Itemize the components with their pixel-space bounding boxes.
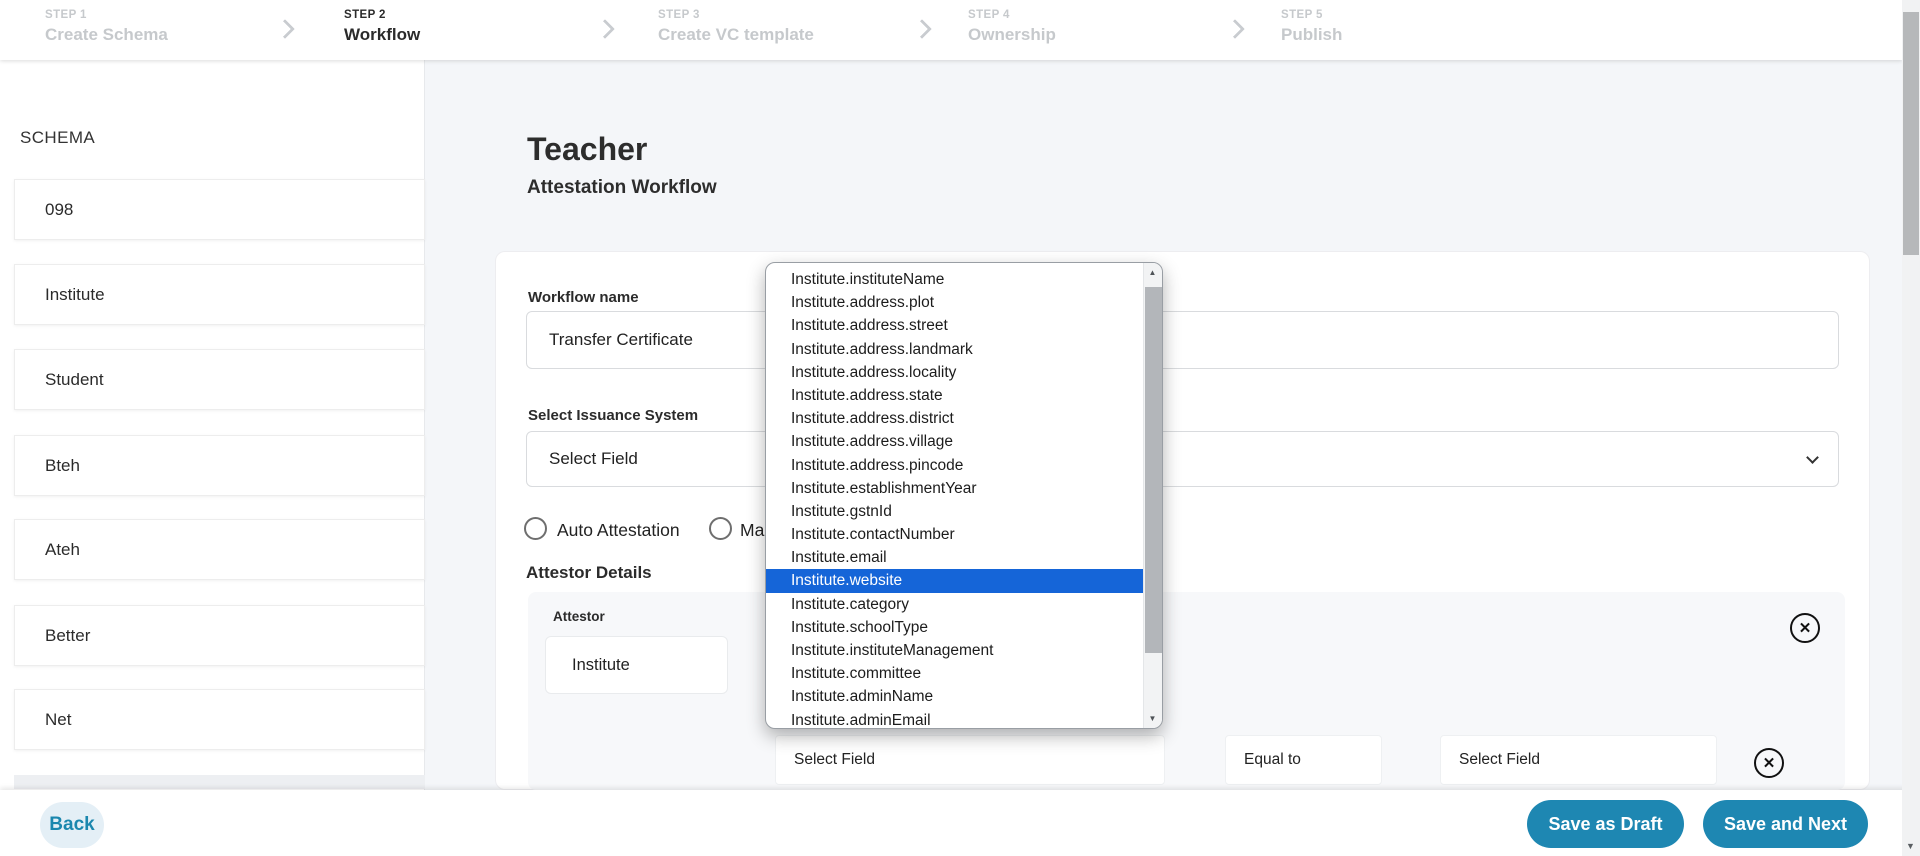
workflow-name-label: Workflow name — [528, 289, 639, 306]
attestor-panel: ✕ Attestor Institute Select Field Equal … — [528, 592, 1845, 790]
step-number: STEP 1 — [45, 9, 168, 21]
schema-heading: SCHEMA — [20, 128, 95, 148]
scroll-down-icon[interactable]: ▼ — [1906, 841, 1915, 851]
stepper-step-1[interactable]: STEP 1 Create Schema — [45, 9, 168, 45]
step-label: Ownership — [968, 25, 1056, 45]
dropdown-option[interactable]: Institute.committee — [766, 662, 1143, 685]
dropdown-option[interactable]: Institute.address.plot — [766, 291, 1143, 314]
dropdown-option[interactable]: Institute.address.pincode — [766, 454, 1143, 477]
step-number: STEP 2 — [344, 9, 420, 21]
schema-item-better[interactable]: Better — [14, 605, 425, 666]
dropdown-option[interactable]: Institute.contactNumber — [766, 523, 1143, 546]
dropdown-option[interactable]: Institute.address.village — [766, 430, 1143, 453]
dropdown-option[interactable]: Institute.schoolType — [766, 616, 1143, 639]
schema-item-ateh[interactable]: Ateh — [14, 519, 425, 580]
dropdown-option[interactable]: Institute.adminEmail — [766, 709, 1143, 729]
dropdown-option[interactable]: Institute.email — [766, 546, 1143, 569]
schema-item-institute[interactable]: Institute — [14, 264, 425, 325]
dropdown-option[interactable]: Institute.establishmentYear — [766, 477, 1143, 500]
schema-item-net[interactable]: Net — [14, 689, 425, 750]
dropdown-option[interactable]: Institute.instituteName — [766, 268, 1143, 291]
dropdown-option[interactable]: Institute.address.district — [766, 407, 1143, 430]
auto-attestation-label: Auto Attestation — [557, 520, 680, 541]
dropdown-scrollbar[interactable]: ▲ ▼ — [1143, 263, 1162, 728]
footer-bar: Back Save as Draft Save and Next — [0, 790, 1920, 856]
remove-condition-icon[interactable]: ✕ — [1754, 748, 1784, 778]
chevron-right-icon — [595, 19, 615, 39]
schema-item-098[interactable]: 098 — [14, 179, 425, 240]
scroll-up-icon[interactable]: ▲ — [1149, 268, 1157, 277]
schema-item-student[interactable]: Student — [14, 349, 425, 410]
step-number: STEP 3 — [658, 9, 814, 21]
page-scroll-thumb[interactable] — [1903, 12, 1919, 255]
wizard-stepper: STEP 1 Create Schema STEP 2 Workflow STEP 3 C… — [0, 0, 1902, 60]
dropdown-option[interactable]: Institute.category — [766, 593, 1143, 616]
condition-operator-select[interactable]: Equal to — [1225, 735, 1382, 785]
page-scrollbar[interactable]: ▼ — [1902, 0, 1920, 856]
step-number: STEP 4 — [968, 9, 1056, 21]
dropdown-option[interactable]: Institute.address.state — [766, 384, 1143, 407]
attestor-select[interactable]: Institute — [545, 636, 728, 694]
manual-attestation-label: Ma — [740, 520, 764, 541]
dropdown-option[interactable]: Institute.address.locality — [766, 361, 1143, 384]
issuance-system-label: Select Issuance System — [528, 407, 698, 424]
dropdown-option[interactable]: Institute.instituteManagement — [766, 639, 1143, 662]
save-as-draft-button[interactable]: Save as Draft — [1527, 800, 1684, 848]
page-title: Teacher — [527, 131, 647, 168]
condition-field1-select[interactable]: Select Field — [775, 735, 1165, 785]
save-and-next-button[interactable]: Save and Next — [1703, 800, 1868, 848]
step-label: Publish — [1281, 25, 1342, 45]
condition-field2-select[interactable]: Select Field — [1440, 735, 1717, 785]
remove-attestor-icon[interactable]: ✕ — [1790, 613, 1820, 643]
chevron-right-icon — [1225, 19, 1245, 39]
back-button[interactable]: Back — [40, 802, 104, 848]
stepper-step-4[interactable]: STEP 4 Ownership — [968, 9, 1056, 45]
dropdown-option[interactable]: Institute.website — [766, 569, 1143, 592]
schema-sidebar: SCHEMA 098 Institute Student Bteh Ateh Better… — [0, 60, 425, 790]
chevron-right-icon — [275, 19, 295, 39]
field-options-dropdown: Institute.instituteNameInstitute.address… — [765, 262, 1163, 729]
dropdown-option[interactable]: Institute.adminName — [766, 685, 1143, 708]
schema-item-bteh[interactable]: Bteh — [14, 435, 425, 496]
manual-attestation-radio[interactable] — [709, 517, 732, 540]
stepper-step-5[interactable]: STEP 5 Publish — [1281, 9, 1342, 45]
dropdown-option[interactable]: Institute.gstnId — [766, 500, 1143, 523]
workflow-name-input[interactable]: Transfer Certificate — [526, 311, 1839, 369]
stepper-step-2[interactable]: STEP 2 Workflow — [344, 9, 420, 45]
dropdown-scroll-thumb[interactable] — [1145, 287, 1162, 653]
attestor-details-heading: Attestor Details — [526, 563, 652, 583]
field-options-list: Institute.instituteNameInstitute.address… — [766, 263, 1143, 729]
issuance-system-select[interactable]: Select Field — [526, 431, 1839, 487]
chevron-right-icon — [912, 19, 932, 39]
page-root: STEP 1 Create Schema STEP 2 Workflow STEP 3 C… — [0, 0, 1920, 856]
schema-card-partial[interactable] — [14, 775, 425, 789]
step-label: Create VC template — [658, 25, 814, 45]
dropdown-option[interactable]: Institute.address.street — [766, 314, 1143, 337]
dropdown-option[interactable]: Institute.address.landmark — [766, 338, 1143, 361]
step-label: Create Schema — [45, 25, 168, 45]
page-subtitle: Attestation Workflow — [527, 177, 717, 199]
step-label: Workflow — [344, 25, 420, 45]
stepper-step-3[interactable]: STEP 3 Create VC template — [658, 9, 814, 45]
step-number: STEP 5 — [1281, 9, 1342, 21]
scroll-down-icon[interactable]: ▼ — [1149, 714, 1157, 723]
auto-attestation-radio[interactable] — [524, 517, 547, 540]
attestor-label: Attestor — [553, 609, 605, 624]
